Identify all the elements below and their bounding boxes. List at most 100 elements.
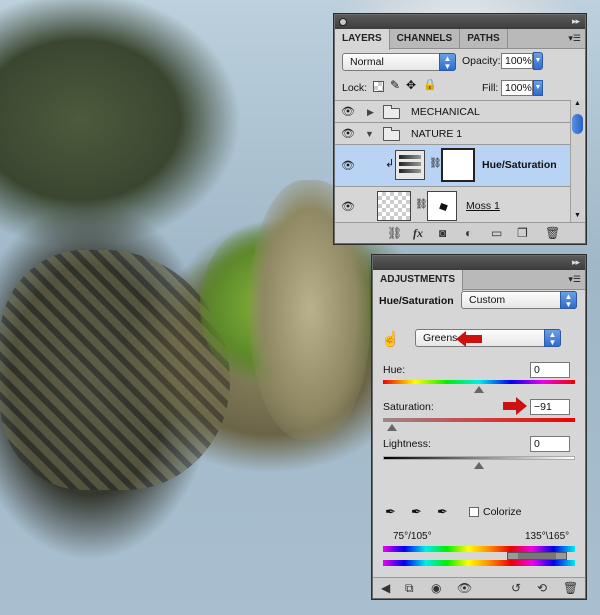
colorize-label: Colorize [483, 506, 522, 518]
tab-paths[interactable]: PATHS [460, 29, 508, 49]
preset-value: Custom [469, 294, 506, 306]
link-icon[interactable]: ⛓ [429, 158, 442, 169]
layer-list: 👁 ▶ MECHANICAL 👁 ▼ NATURE 1 👁 ↲ ⛓ Hue/Sa… [335, 100, 573, 224]
saturation-input[interactable]: −91 [530, 399, 570, 415]
new-group-icon[interactable]: ▭ [491, 226, 502, 240]
eye-icon[interactable]: 👁 [337, 105, 359, 118]
chevron-updown-icon: ▲ ▼ [544, 329, 561, 347]
scroll-up-icon[interactable]: ▲ [571, 100, 584, 112]
folder-icon [383, 127, 400, 141]
mask-thumbnail[interactable] [441, 148, 475, 182]
reset-icon[interactable]: ⟲ [537, 581, 547, 595]
lightness-label: Lightness: [383, 438, 431, 450]
fill-dropdown[interactable]: ▼ [533, 80, 543, 96]
new-adjustment-icon[interactable]: ◐ [465, 226, 472, 240]
moss-shape [200, 220, 340, 390]
lock-label: Lock: [342, 82, 368, 94]
visibility-icon[interactable]: 👁 [457, 581, 472, 595]
adjustments-footer: ◀ ⧉ ◉ 👁 ↺ ⟲ 🗑 [373, 577, 585, 598]
layer-row-hue-saturation[interactable]: 👁 ↲ ⛓ Hue/Saturation [335, 145, 573, 187]
tab-layers[interactable]: LAYERS [335, 29, 390, 50]
adjustments-titlebar[interactable]: ▸▸ [373, 256, 585, 270]
layer-row-nature[interactable]: 👁 ▼ NATURE 1 [335, 123, 573, 145]
blend-mode-select[interactable]: Normal ▲ ▼ [342, 53, 456, 71]
add-mask-icon[interactable]: ◙ [439, 226, 446, 240]
preset-select[interactable]: Custom ▲ ▼ [461, 291, 577, 309]
adjustment-thumbnail [395, 150, 425, 180]
hue-input[interactable]: 0 [530, 362, 570, 378]
layer-name: NATURE 1 [411, 128, 463, 140]
colorize-checkbox[interactable] [469, 507, 479, 517]
tab-channels[interactable]: CHANNELS [390, 29, 461, 49]
layers-titlebar[interactable]: ▸▸ [335, 15, 585, 29]
back-arrow-icon[interactable]: ◀ [381, 581, 390, 595]
machine-shape [0, 250, 230, 490]
hue-label: Hue: [383, 364, 406, 376]
tab-adjustments[interactable]: ADJUSTMENTS [373, 270, 464, 291]
hue-slider-track[interactable] [383, 380, 575, 384]
panel-menu-icon[interactable]: ▾☰ [568, 33, 581, 44]
eyedropper-icon[interactable]: ✒ [385, 504, 396, 520]
chevron-updown-icon: ▲ ▼ [560, 291, 577, 309]
chevron-updown-icon: ▲ ▼ [439, 53, 456, 71]
fx-icon[interactable]: fx [413, 226, 423, 241]
chevron-down-icon: ▼ [533, 52, 543, 70]
close-icon[interactable] [339, 18, 347, 26]
color-range-selector[interactable] [507, 552, 567, 560]
opacity-label: Opacity: [462, 55, 501, 67]
color-range-bottom-bar [383, 560, 575, 566]
eyedropper-minus-icon[interactable]: ✒ [437, 504, 448, 520]
saturation-slider-thumb[interactable] [386, 424, 397, 431]
adjustment-title: Hue/Saturation [379, 295, 454, 307]
collapse-icon[interactable]: ▸▸ [572, 17, 580, 26]
saturation-label: Saturation: [383, 401, 434, 413]
eye-icon[interactable]: 👁 [337, 127, 359, 140]
layers-panel: ▸▸ LAYERS CHANNELS PATHS ▾☰ Normal ▲ ▼ Op… [334, 14, 586, 244]
opacity-input[interactable]: 100% [501, 53, 533, 69]
lightness-slider-thumb[interactable] [474, 462, 484, 469]
layers-scrollbar[interactable]: ▲ ▼ [570, 100, 584, 224]
layer-name: Moss 1 [466, 200, 500, 212]
opacity-dropdown[interactable]: ▼ [533, 52, 543, 71]
eye-icon[interactable]: 👁 [337, 200, 359, 213]
new-layer-icon[interactable]: ❐ [517, 226, 528, 240]
eye-icon[interactable]: 👁 [337, 159, 359, 172]
lock-all-icon[interactable]: 🔒 [423, 78, 437, 91]
saturation-slider-track[interactable] [383, 418, 575, 422]
layer-row-moss[interactable]: 👁 ⛓ Moss 1 [335, 187, 573, 224]
mask-thumbnail[interactable] [427, 191, 457, 221]
link-icon[interactable]: ⛓ [415, 199, 428, 210]
layer-thumbnail [377, 191, 411, 221]
adjustments-panel: ▸▸ ADJUSTMENTS ▾☰ Hue/Saturation Custom … [372, 255, 586, 599]
adjustments-tabs: ADJUSTMENTS ▾☰ [373, 270, 585, 291]
expand-triangle-icon[interactable]: ▶ [367, 107, 374, 118]
layer-row-mechanical[interactable]: 👁 ▶ MECHANICAL [335, 101, 573, 123]
layers-tabs: LAYERS CHANNELS PATHS ▾☰ [335, 29, 585, 50]
fill-label: Fill: [482, 82, 499, 94]
lightness-input[interactable]: 0 [530, 436, 570, 452]
clip-arrow-icon: ↲ [385, 158, 395, 170]
collapse-triangle-icon[interactable]: ▼ [365, 129, 374, 139]
range-select[interactable]: Greens ▲ ▼ [415, 329, 561, 347]
lightness-slider-track[interactable] [383, 456, 575, 460]
collapse-icon[interactable]: ▸▸ [572, 258, 580, 267]
lock-brush-icon[interactable]: ✎ [390, 78, 400, 92]
layer-name: Hue/Saturation [482, 159, 557, 171]
view-previous-icon[interactable]: ↺ [511, 581, 521, 595]
on-image-adjust-icon[interactable]: ☝ [381, 330, 400, 348]
folder-icon [383, 105, 400, 119]
layer-name: MECHANICAL [411, 106, 480, 118]
link-layers-icon[interactable]: ⛓ [387, 226, 402, 240]
panel-menu-icon[interactable]: ▾☰ [568, 274, 581, 285]
eyedropper-plus-icon[interactable]: ✒ [411, 504, 422, 520]
layers-footer: ⛓ fx ◙ ◐ ▭ ❐ 🗑 [335, 222, 585, 243]
trash-icon[interactable]: 🗑 [545, 226, 560, 240]
trash-icon[interactable]: 🗑 [563, 581, 578, 595]
lock-move-icon[interactable]: ✥ [406, 78, 416, 92]
clip-layer-icon[interactable]: ◉ [431, 581, 441, 595]
expand-view-icon[interactable]: ⧉ [405, 581, 414, 596]
lock-transparent-icon[interactable] [373, 81, 384, 92]
scroll-thumb[interactable] [572, 114, 583, 134]
hue-slider-thumb[interactable] [474, 386, 484, 393]
fill-input[interactable]: 100% [501, 80, 533, 96]
